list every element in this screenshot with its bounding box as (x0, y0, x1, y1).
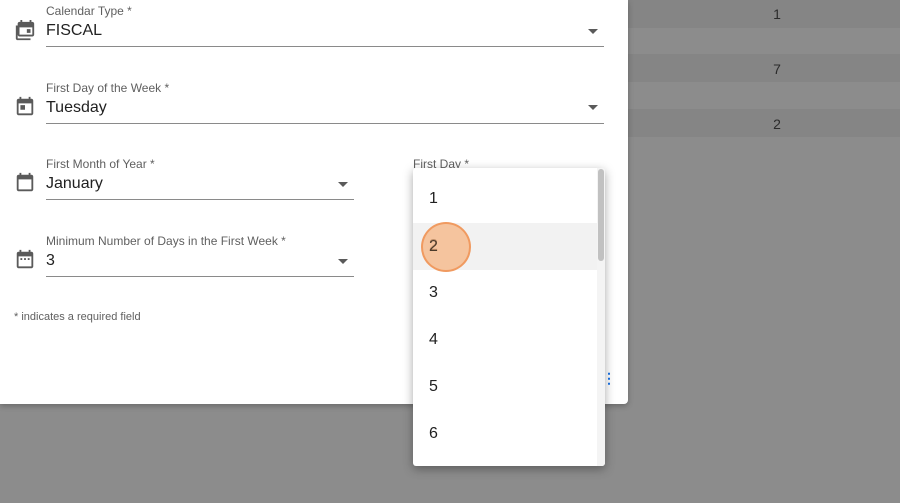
calendar-dots-icon (16, 249, 34, 269)
option-label: 3 (429, 284, 438, 301)
first-day-option[interactable]: 6 (413, 411, 597, 458)
chevron-down-icon (588, 105, 598, 110)
background-row (628, 82, 900, 110)
dropdown-scrollbar[interactable] (597, 168, 605, 466)
first-day-option[interactable]: 5 (413, 364, 597, 411)
chevron-down-icon (338, 182, 348, 187)
hovered-option-label: 2 (429, 238, 438, 255)
min-days-first-week-label: Minimum Number of Days in the First Week… (46, 234, 286, 248)
first-day-of-week-select[interactable]: First Day of the Week * Tuesday (46, 81, 604, 125)
min-days-first-week-select[interactable]: Minimum Number of Days in the First Week… (46, 234, 354, 278)
first-day-option[interactable]: 1 (413, 176, 597, 223)
chevron-down-icon (338, 259, 348, 264)
background-cell: 2 (773, 116, 781, 132)
first-month-of-year-underline (46, 199, 354, 200)
first-day-dropdown-list: 1 2 3 4 5 6 (413, 168, 605, 466)
required-field-note: * indicates a required field (14, 311, 141, 323)
min-days-first-week-underline (46, 276, 354, 277)
option-label: 4 (429, 331, 438, 348)
calendar-type-underline (46, 46, 604, 47)
background-row (628, 54, 900, 82)
first-month-of-year-label: First Month of Year * (46, 157, 155, 171)
chevron-down-icon (588, 29, 598, 34)
background-row (628, 0, 900, 28)
first-month-of-year-value: January (46, 175, 103, 192)
background-row (628, 109, 900, 137)
first-day-of-week-value: Tuesday (46, 99, 107, 116)
calendar-type-label: Calendar Type * (46, 4, 132, 18)
option-label: 5 (429, 378, 438, 395)
calendar-multiple-icon (15, 20, 35, 41)
first-day-option[interactable]: 4 (413, 317, 597, 364)
option-label: 6 (429, 425, 438, 442)
background-row (628, 28, 900, 56)
option-label: 1 (429, 190, 438, 207)
first-day-of-week-underline (46, 123, 604, 124)
first-day-of-week-label: First Day of the Week * (46, 81, 170, 95)
calendar-type-select[interactable]: Calendar Type * FISCAL (46, 4, 604, 48)
dropdown-scrollbar-thumb[interactable] (598, 169, 604, 261)
min-days-first-week-value: 3 (46, 252, 55, 269)
first-month-of-year-select[interactable]: First Month of Year * January (46, 157, 354, 201)
calendar-type-value: FISCAL (46, 22, 103, 39)
background-cell: 1 (773, 6, 781, 22)
background-cell: 7 (773, 61, 781, 77)
calendar-icon (16, 96, 34, 116)
first-day-option[interactable]: 3 (413, 270, 597, 317)
calendar-blank-icon (16, 172, 34, 192)
